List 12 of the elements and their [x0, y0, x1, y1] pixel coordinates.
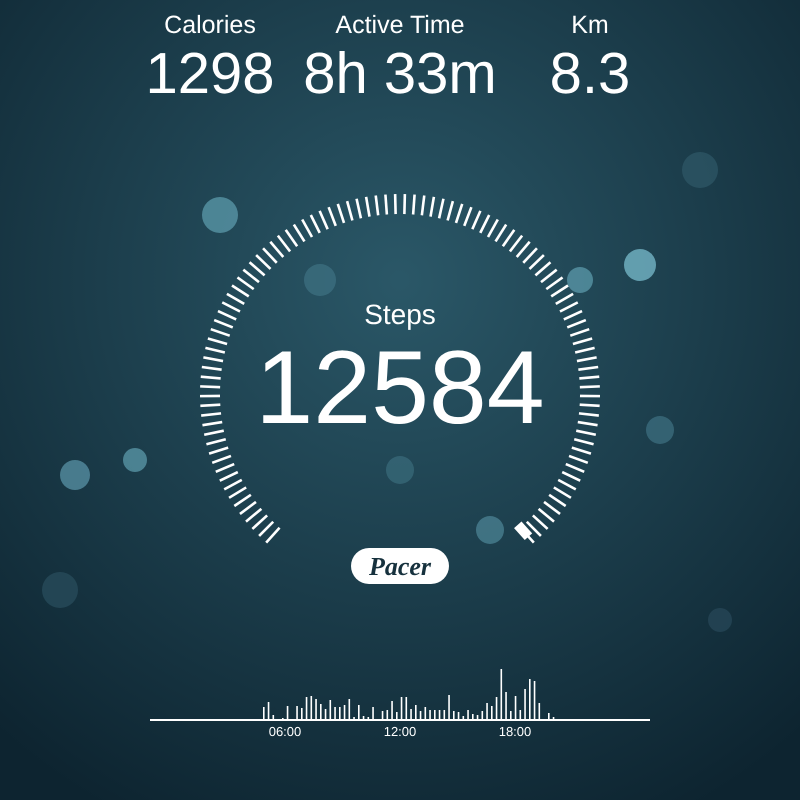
steps-label: Steps: [364, 298, 436, 332]
stat-label: Km: [571, 10, 609, 41]
stat-label: Active Time: [335, 10, 465, 41]
time-label: 12:00: [384, 723, 416, 741]
time-label: 06:00: [268, 723, 302, 741]
steps-count: 12584: [255, 336, 545, 440]
stat-value: 8.3: [550, 42, 630, 106]
app-logo: Pacer: [350, 548, 450, 584]
stat-value: 8h 33m: [303, 42, 497, 106]
time-label: 18:00: [498, 723, 532, 741]
stat-label: Calories: [164, 10, 256, 41]
stat-value: 1298: [145, 42, 275, 106]
